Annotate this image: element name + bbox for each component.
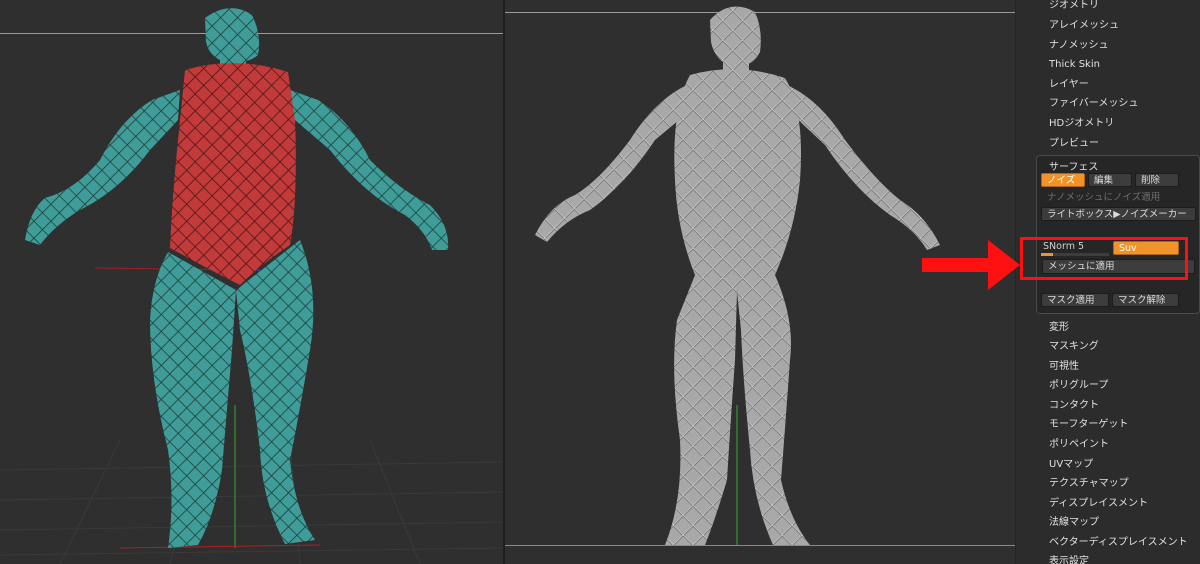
annotation-highlight-box <box>1020 237 1188 280</box>
figure-left-red-torso <box>170 62 296 285</box>
surface-title[interactable]: サーフェス <box>1049 158 1098 173</box>
menu-polypaint[interactable]: ポリペイント <box>1049 435 1109 454</box>
menu-display-properties[interactable]: 表示設定 <box>1049 552 1089 564</box>
menu-visibility[interactable]: 可視性 <box>1049 357 1079 376</box>
viewport-left[interactable] <box>0 0 503 564</box>
menu-array-mesh[interactable]: アレイメッシュ <box>1049 16 1119 35</box>
menu-displacement[interactable]: ディスプレイスメント <box>1049 494 1148 513</box>
menu-contact[interactable]: コンタクト <box>1049 396 1099 415</box>
menu-masking[interactable]: マスキング <box>1049 337 1099 356</box>
nanomesh-noise-button[interactable]: ナノメッシュにノイズ適用 <box>1041 190 1196 204</box>
menu-nanomesh[interactable]: ナノメッシュ <box>1049 36 1109 55</box>
menu-deformation[interactable]: 変形 <box>1049 318 1069 337</box>
lightbox-noisemaker-button[interactable]: ライトボックス▶ノイズメーカー <box>1041 207 1196 221</box>
mask-apply-button[interactable]: マスク適用 <box>1041 293 1109 307</box>
menu-normal-map[interactable]: 法線マップ <box>1049 513 1099 532</box>
scene-left <box>0 8 503 564</box>
noise-button[interactable]: ノイズ <box>1041 173 1085 187</box>
edit-button[interactable]: 編集 <box>1088 173 1132 187</box>
menu-polygroups[interactable]: ポリグループ <box>1049 376 1108 395</box>
menu-vector-displacement[interactable]: ベクターディスプレイスメント <box>1049 533 1188 552</box>
surface-subpalette: サーフェス ノイズ 編集 削除 ナノメッシュにノイズ適用 ライトボックス▶ノイズ… <box>1036 155 1200 314</box>
menu-texture-map[interactable]: テクスチャマップ <box>1049 474 1129 493</box>
menu-thick-skin[interactable]: Thick Skin <box>1049 55 1100 74</box>
menu-uv-map[interactable]: UVマップ <box>1049 455 1093 474</box>
tool-panel: ジオメトリ アレイメッシュ ナノメッシュ Thick Skin レイヤー ファイ… <box>1015 0 1200 564</box>
annotation-arrow-icon <box>922 240 1020 290</box>
menu-fibermesh[interactable]: ファイバーメッシュ <box>1049 94 1138 113</box>
menu-hd-geometry[interactable]: HDジオメトリ <box>1049 114 1114 133</box>
delete-button[interactable]: 削除 <box>1135 173 1179 187</box>
menu-morph-target[interactable]: モーフターゲット <box>1049 415 1128 434</box>
mask-clear-button[interactable]: マスク解除 <box>1112 293 1179 307</box>
menu-preview[interactable]: プレビュー <box>1049 134 1099 153</box>
menu-layers[interactable]: レイヤー <box>1049 75 1089 94</box>
menu-geometry[interactable]: ジオメトリ <box>1049 0 1099 15</box>
